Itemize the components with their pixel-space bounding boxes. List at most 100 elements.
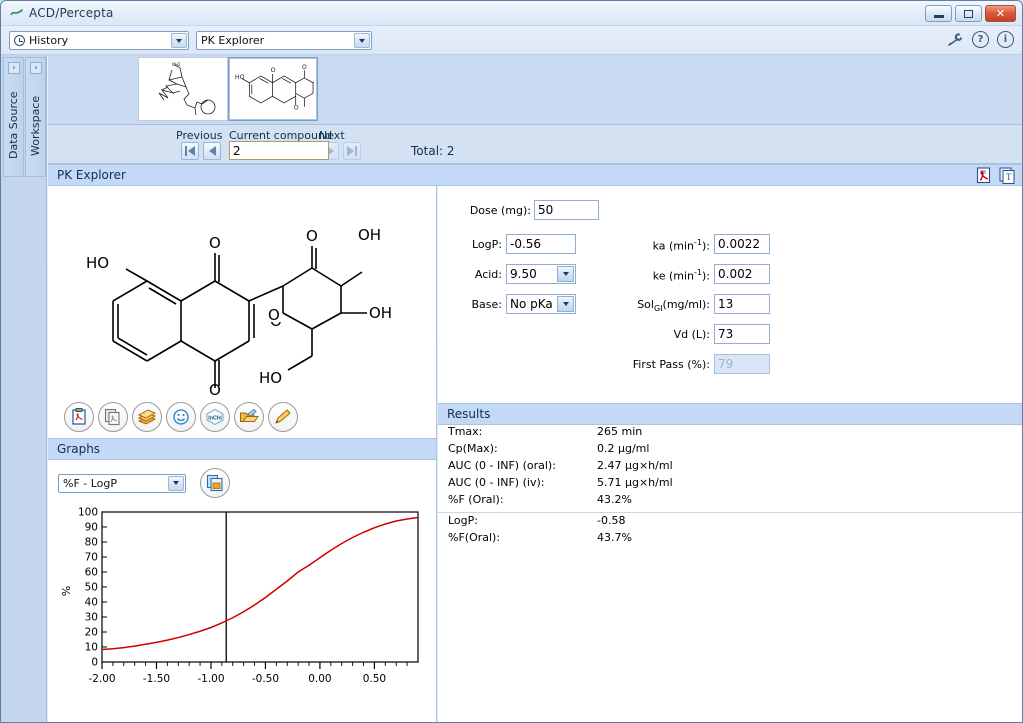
ke-input[interactable] [714,264,770,284]
x-tick-label: -1.00 [197,673,224,685]
compound-1-structure-icon: NH2 [158,62,216,116]
main-toolbar: History PK Explorer ? i [1,26,1022,55]
clock-icon [14,35,25,46]
label-o-top-left: O [209,234,221,252]
copy-graph-icon[interactable] [200,468,230,498]
sol-label-sub: GI [653,304,663,314]
info-glyph: i [1003,34,1008,45]
previous-compound-button[interactable] [203,142,221,160]
result-value: 5.71 µg×h/ml [597,476,673,489]
expand-icon[interactable]: › [8,62,20,74]
x-tick-label: 0.50 [363,673,386,685]
svg-text:O: O [294,105,299,112]
graph-type-dropdown[interactable]: %F - LogP [58,473,186,493]
acid-dropdown-arrow[interactable] [557,266,574,282]
copy-structure-icon[interactable] [64,402,94,432]
ke-label-main: ke (min [652,269,695,283]
graph-chart[interactable]: 0 10 20 30 40 50 60 70 80 90 100 -2.00 -1.50 -1.00 -0.… [56,506,428,696]
chevron-down-icon [562,272,569,276]
sol-gi-label: SolGI(mg/ml): [588,298,710,313]
history-dropdown-arrow[interactable] [171,33,187,48]
last-compound-button[interactable] [343,142,361,160]
wrench-icon[interactable] [947,32,964,47]
y-tick-label: 80 [85,537,98,549]
compound-2-structure-icon: HO O O O [235,64,314,112]
dose-input[interactable] [534,200,599,220]
vd-label: Vd (L): [673,328,710,341]
module-dropdown-arrow[interactable] [354,33,370,48]
dictionary-icon[interactable] [132,402,162,432]
svg-text:O: O [271,67,276,74]
application-window: ACD/Percepta ✕ History PK Explorer ? i ›… [0,0,1023,723]
base-dropdown[interactable]: No pKa [506,294,576,314]
structure-display-panel: HO O O O OH OH O HO O [48,186,437,438]
bar-icon [185,146,187,156]
graph-type-dropdown-arrow[interactable] [168,475,184,491]
ka-label-sup: -1 [694,238,702,247]
help-icon[interactable]: ? [972,31,989,48]
label-o-ring-fg: O [268,306,280,324]
result-key: %F(Oral): [448,531,501,544]
sol-gi-input[interactable] [714,294,770,314]
sidebar-item-data-source[interactable]: › Data Source [3,57,24,177]
history-dropdown-value: History [29,34,69,47]
chevron-down-icon [562,302,569,306]
y-tick-label: 30 [85,612,98,624]
history-dropdown[interactable]: History [9,31,189,50]
chevron-down-icon [173,481,179,485]
pk-explorer-header: PK Explorer T [48,164,1022,186]
base-dropdown-arrow[interactable] [557,296,574,312]
result-key: LogP: [448,514,478,527]
export-text-icon[interactable]: T [999,167,1016,184]
label-ho-left: HO [86,254,109,272]
history-thumbnail-empty[interactable] [48,57,138,121]
history-thumbnail-empty[interactable] [318,57,408,121]
history-thumbnail-compound-1[interactable]: NH2 [138,57,228,121]
results-header: Results [438,403,1022,425]
y-tick-label: 100 [78,507,98,519]
maximize-button[interactable] [955,5,982,22]
help-glyph: ? [977,34,984,45]
inchi-icon[interactable]: InChI [200,402,230,432]
close-icon: ✕ [995,7,1006,20]
ka-label-main: ka (min [652,239,695,253]
last-icon [347,146,354,156]
window-controls: ✕ [925,5,1016,22]
toolbar-right-icons: ? i [947,31,1014,48]
dose-label: Dose (mg): [469,204,531,217]
first-icon [188,146,195,156]
first-pass-input [714,354,770,374]
close-button[interactable]: ✕ [985,5,1016,22]
result-key: AUC (0 - INF) (iv): [448,476,545,489]
acid-dropdown[interactable]: 9.50 [506,264,576,284]
ke-label: ke (min-1): [588,268,710,283]
minimize-button[interactable] [925,5,952,22]
first-compound-button[interactable] [181,142,199,160]
history-thumbnail-compound-2[interactable]: HO O O O [228,57,318,121]
x-tick-label: -0.50 [252,673,279,685]
x-tick-label: -2.00 [88,673,115,685]
label-ho-bottom: HO [259,369,282,387]
edit-structure-icon[interactable] [268,402,298,432]
about-info-icon[interactable]: i [997,31,1014,48]
export-pdf-icon[interactable] [976,167,993,184]
vd-input[interactable] [714,324,770,344]
base-label: Base: [471,298,503,311]
result-value: 43.7% [597,531,632,544]
result-key: %F (Oral): [448,493,504,506]
window-title: ACD/Percepta [29,6,114,20]
logp-input[interactable] [506,234,576,254]
left-tab-rail: › Data Source › Workspace [1,55,47,722]
copy-image-icon[interactable] [98,402,128,432]
result-key: Tmax: [448,425,483,438]
current-compound-input[interactable] [229,141,329,160]
sidebar-item-workspace[interactable]: › Workspace [25,57,46,177]
expand-icon[interactable]: › [30,62,42,74]
history-thumbnail-empty[interactable] [408,57,498,121]
result-value: 0.2 µg/ml [597,442,650,455]
pk-explorer-title: PK Explorer [57,168,126,182]
smiles-icon[interactable] [166,402,196,432]
ka-input[interactable] [714,234,770,254]
module-dropdown[interactable]: PK Explorer [196,31,372,50]
open-file-icon[interactable] [234,402,264,432]
